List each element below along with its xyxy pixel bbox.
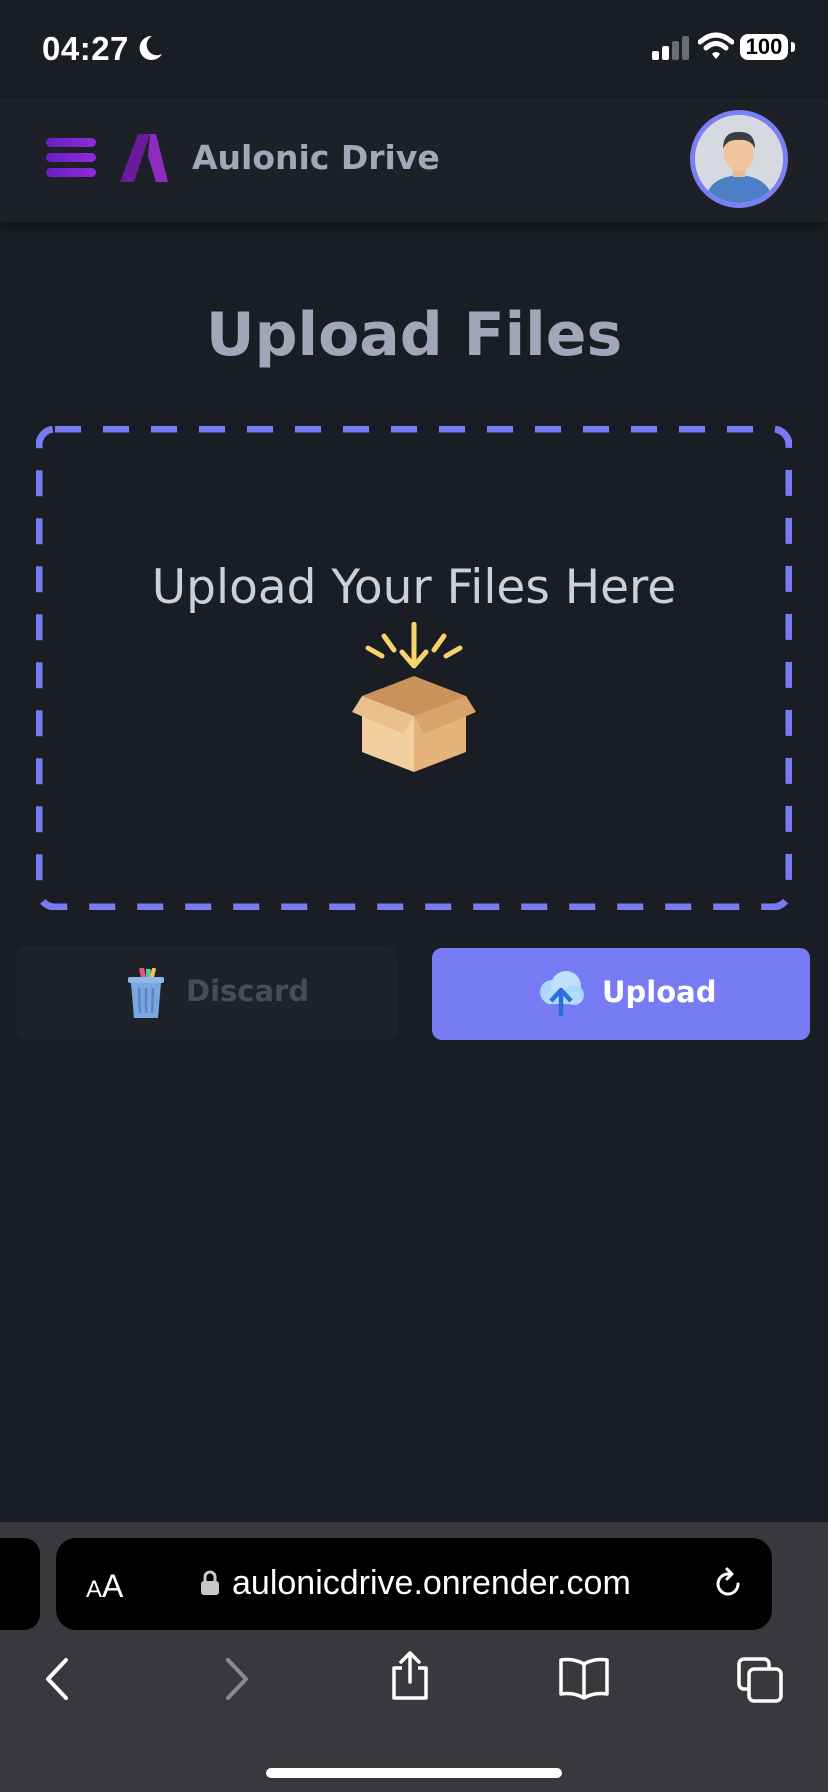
- discard-label: Discard: [186, 974, 310, 1008]
- status-time: 04:27: [42, 30, 129, 67]
- address-bar[interactable]: AA aulonicdrive.onrender.com: [56, 1538, 772, 1630]
- reload-icon[interactable]: [710, 1566, 746, 1602]
- bookmarks-icon[interactable]: [558, 1656, 610, 1700]
- discard-button[interactable]: Discard: [16, 946, 397, 1040]
- user-avatar[interactable]: [690, 110, 788, 208]
- reader-aa-button[interactable]: AA: [86, 1568, 123, 1605]
- page-title: Upload Files: [205, 300, 623, 370]
- tabs-icon[interactable]: [736, 1656, 784, 1704]
- wifi-icon: [698, 32, 734, 59]
- hamburger-menu-icon[interactable]: [46, 138, 96, 178]
- browser-toolbar: AA aulonicdrive.onrender.com: [0, 1522, 828, 1792]
- dropzone-label: Upload Your Files Here: [151, 560, 677, 615]
- url-text[interactable]: aulonicdrive.onrender.com: [232, 1564, 631, 1603]
- brand-logo[interactable]: [120, 134, 170, 182]
- status-bar: 04:27 100: [0, 0, 828, 98]
- share-icon[interactable]: [390, 1650, 430, 1700]
- app-header: Aulonic Drive: [0, 98, 828, 222]
- cellular-signal-icon: [652, 36, 689, 60]
- previous-tab[interactable]: [0, 1538, 40, 1630]
- moon-icon: [139, 35, 162, 60]
- cloud-upload-icon: [540, 971, 584, 1016]
- open-box-icon: [352, 622, 476, 772]
- aa-small: A: [86, 1576, 103, 1603]
- back-icon[interactable]: [42, 1656, 72, 1702]
- aa-big: A: [102, 1568, 124, 1604]
- home-indicator: [266, 1768, 562, 1778]
- forward-icon[interactable]: [222, 1656, 252, 1702]
- file-dropzone[interactable]: Upload Your Files Here: [36, 426, 792, 910]
- upload-button[interactable]: Upload: [432, 948, 810, 1040]
- person-avatar-icon: [695, 115, 783, 203]
- lock-icon: [201, 1570, 219, 1595]
- battery-tip: [791, 42, 795, 52]
- brand-name[interactable]: Aulonic Drive: [192, 138, 440, 177]
- trash-icon: [128, 968, 164, 1018]
- upload-label: Upload: [602, 975, 717, 1009]
- battery-indicator: 100: [740, 34, 788, 60]
